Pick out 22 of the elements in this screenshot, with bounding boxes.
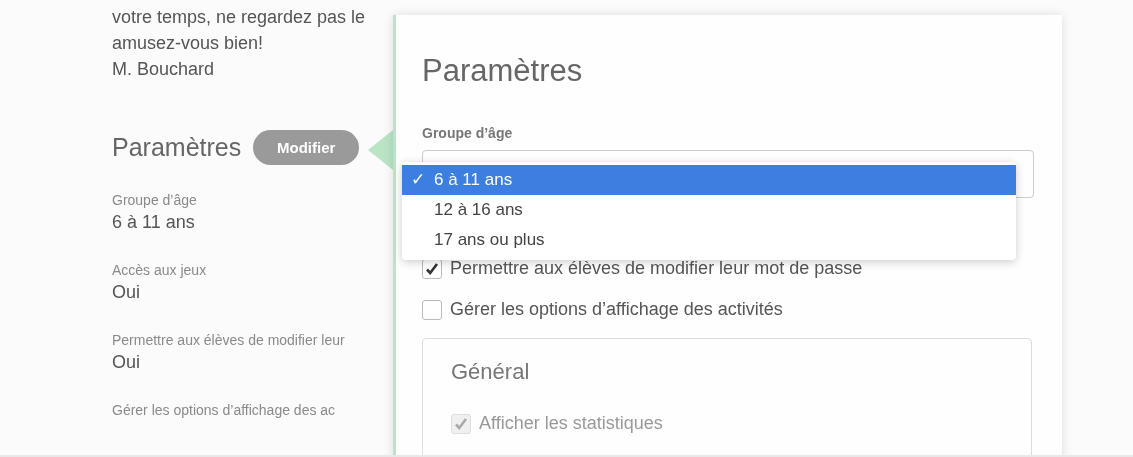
dropdown-option[interactable]: 17 ans ou plus [402, 225, 1016, 255]
field-value: 6 à 11 ans [112, 211, 196, 234]
checkbox-label: Permettre aux élèves de modifier leur mot de passe [450, 258, 863, 279]
dropdown-option[interactable]: ✓ 6 à 11 ans [402, 165, 1016, 195]
checkbox-label: Gérer les options d’affichage des activités [450, 299, 783, 320]
checkbox[interactable] [422, 299, 442, 320]
field-value: Oui [112, 281, 141, 304]
dropdown-option[interactable]: 12 à 16 ans [402, 195, 1016, 225]
checkbox[interactable] [422, 258, 442, 279]
message-text: votre temps, ne regardez pas le [112, 6, 367, 29]
section-title: Général [451, 359, 531, 385]
field-label: Groupe d’âge [112, 191, 198, 209]
message-text: amusez-vous bien! [112, 32, 265, 55]
section-title: Paramètres [112, 133, 242, 162]
message-text: M. Bouchard [112, 58, 216, 81]
field-value: Oui [112, 351, 141, 374]
field-label: Permettre aux élèves de modifier leur [112, 331, 346, 349]
field-label: Groupe d’âge [422, 125, 514, 141]
checkbox-label: Afficher les statistiques [479, 413, 663, 434]
field-label: Accès aux jeux [112, 261, 208, 279]
field-label: Gérer les options d’affichage des ac [112, 401, 337, 419]
panel-title: Paramètres [422, 53, 584, 89]
